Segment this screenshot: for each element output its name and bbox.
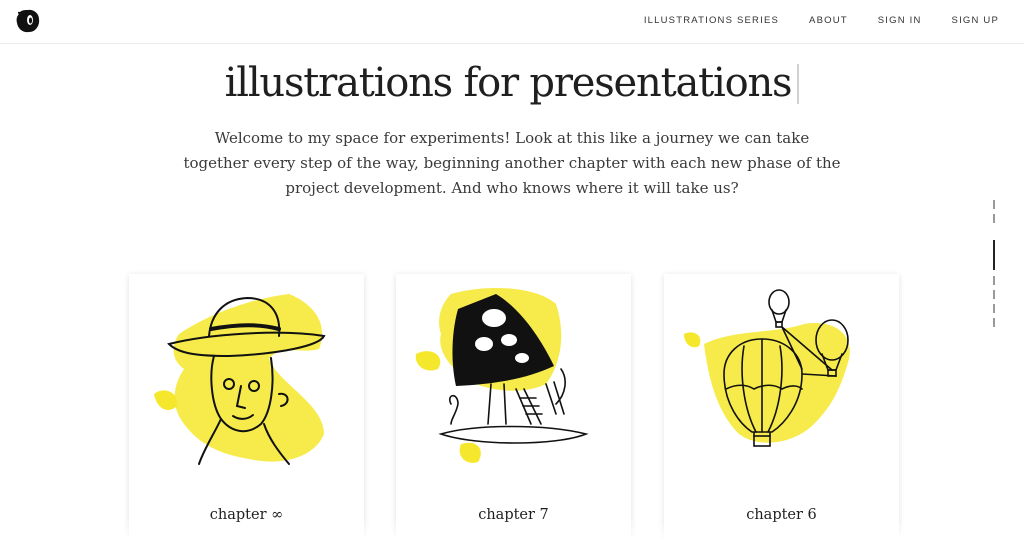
typing-cursor: [797, 64, 800, 104]
nav-illustrations-series[interactable]: ILLUSTRATIONS SERIES: [644, 15, 779, 26]
nav-about[interactable]: ABOUT: [809, 15, 848, 26]
page-title-text: illustrations for presentations: [224, 60, 793, 106]
hot-air-balloons-illustration-icon: [684, 289, 850, 447]
indicator-segment[interactable]: [993, 304, 995, 313]
chapter-card[interactable]: chapter ∞: [129, 274, 364, 538]
main-nav: ILLUSTRATIONS SERIES ABOUT SIGN IN SIGN …: [644, 0, 999, 40]
bottom-fade-overlay: [0, 520, 1024, 538]
chapter-card[interactable]: chapter 6: [664, 274, 899, 538]
mushroom-illustration-icon: [415, 288, 589, 463]
section-scroll-indicator[interactable]: [990, 200, 998, 338]
chapter-card[interactable]: chapter 7: [396, 274, 631, 538]
indicator-segment[interactable]: [993, 290, 995, 299]
intro-paragraph: Welcome to my space for experiments! Loo…: [183, 129, 841, 197]
indicator-segment[interactable]: [993, 200, 995, 209]
nav-sign-in[interactable]: SIGN IN: [878, 15, 922, 26]
indicator-segment[interactable]: [993, 276, 995, 285]
indicator-segment[interactable]: [993, 318, 995, 327]
ink-blob-logo-icon[interactable]: [15, 8, 41, 34]
hat-face-illustration-icon: [154, 294, 326, 465]
indicator-segment[interactable]: [993, 214, 995, 223]
site-header: ILLUSTRATIONS SERIES ABOUT SIGN IN SIGN …: [0, 0, 1024, 44]
nav-sign-up[interactable]: SIGN UP: [952, 15, 999, 26]
page-title: illustrations for presentations: [0, 60, 1024, 106]
indicator-segment-active[interactable]: [993, 240, 995, 270]
